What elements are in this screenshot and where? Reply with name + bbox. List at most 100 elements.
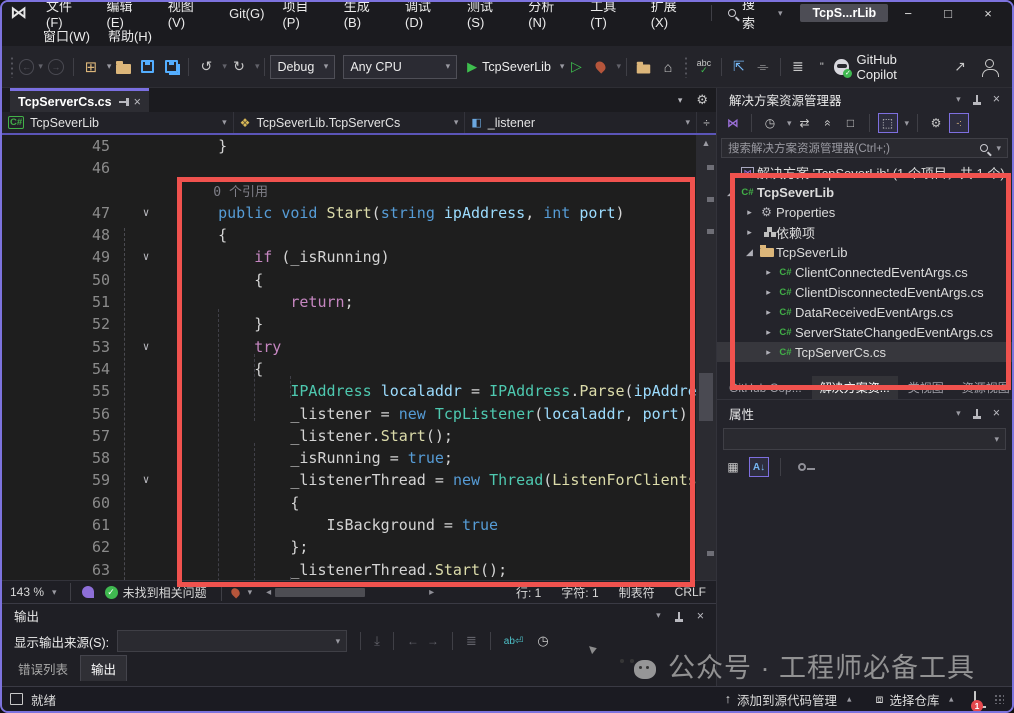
code-line[interactable]: 50 { xyxy=(2,269,696,291)
copilot-status-button[interactable]: GitHub Copilot xyxy=(834,52,939,82)
zoom-dropdown[interactable]: 143 %▾ xyxy=(2,585,65,599)
output-source-dropdown[interactable]: ▾ xyxy=(117,630,347,652)
split-editor-icon[interactable]: ÷ xyxy=(696,112,716,133)
notifications-button[interactable]: 1 xyxy=(974,692,976,706)
navigate-back-icon[interactable]: ← xyxy=(19,59,34,75)
collapsed-arrow-icon[interactable]: ▸ xyxy=(761,287,776,298)
scrollbar-thumb[interactable] xyxy=(699,373,713,421)
panel-close-icon[interactable]: × xyxy=(993,92,1000,106)
menu-item[interactable]: 视图(V) xyxy=(159,2,220,24)
code-line[interactable]: 48 { xyxy=(2,224,696,246)
sort-alphabetical-icon[interactable]: A↓ xyxy=(749,457,769,477)
search-control[interactable]: 搜索 ▾ xyxy=(720,0,790,32)
code-line[interactable]: 55 IPAddress localaddr = IPAddress.Parse… xyxy=(2,380,696,402)
panel-pin-icon[interactable] xyxy=(976,95,978,103)
menu-item[interactable]: 编辑(E) xyxy=(98,2,159,24)
fold-chevron-icon[interactable]: ∨ xyxy=(110,336,182,358)
wrench-icon[interactable]: ⚙ xyxy=(926,113,946,133)
show-all-files-icon[interactable]: ⬚ xyxy=(878,113,898,133)
categorize-icon[interactable]: ▦ xyxy=(723,457,743,477)
code-line[interactable]: 60 { xyxy=(2,492,696,514)
tab-资源视图[interactable]: 资源视图 xyxy=(954,376,1014,399)
code-line[interactable]: 45 } xyxy=(2,135,696,157)
menu-item[interactable]: 窗口(W) xyxy=(34,24,99,46)
code-line[interactable]: 52 } xyxy=(2,313,696,335)
code-line[interactable]: 49∨ if (_isRunning) xyxy=(2,246,696,268)
codelens-references[interactable]: 0 个引用 xyxy=(182,185,268,200)
menu-item[interactable]: 调试(D) xyxy=(396,2,458,24)
tab-解决方案资-[interactable]: 解决方案资... xyxy=(812,376,898,399)
codelens-row[interactable]: 0 个引用 xyxy=(2,180,696,202)
peek-definition-icon[interactable]: ⌯ xyxy=(752,55,774,79)
char-indicator[interactable]: 字符: 1 xyxy=(551,584,608,601)
platform-dropdown[interactable]: Any CPU▾ xyxy=(343,55,457,79)
code-cleanup-icon[interactable] xyxy=(229,586,241,598)
code-line[interactable]: 57 _listener.Start(); xyxy=(2,425,696,447)
menu-item[interactable]: 生成(B) xyxy=(335,2,396,24)
maximize-button[interactable]: □ xyxy=(928,2,968,24)
menu-item[interactable]: 测试(S) xyxy=(458,2,519,24)
eol-indicator[interactable]: CRLF xyxy=(665,585,716,599)
code-line[interactable]: 62 }; xyxy=(2,536,696,558)
tree-item--tcpseverlib-1-1-[interactable]: ⋈解决方案 'TcpSeverLib' (1 个项目，共 1 个) xyxy=(717,162,1012,182)
solution-home-icon[interactable]: ⌂ xyxy=(657,55,679,79)
code-editor[interactable]: 45 }46 0 个引用47∨ public void Start(string… xyxy=(2,135,696,580)
save-icon[interactable] xyxy=(141,60,154,73)
fold-chevron-icon[interactable]: ∨ xyxy=(110,202,182,224)
tree-item-serverstatechangedeventargs-cs[interactable]: ▸C#ServerStateChangedEventArgs.cs xyxy=(717,322,1012,342)
fold-chevron-icon[interactable]: ∨ xyxy=(110,469,182,491)
tree-item-tcpseverlib[interactable]: ◢C#TcpSeverLib xyxy=(717,182,1012,202)
prev-message-icon[interactable]: ← xyxy=(407,634,419,648)
start-debug-button[interactable]: ▶ TcpSeverLib ▾ xyxy=(467,59,564,75)
panel-pin-icon[interactable] xyxy=(678,612,680,620)
solution-name-badge[interactable]: TcpS...rLib xyxy=(800,4,888,22)
menu-item[interactable]: 扩展(X) xyxy=(642,2,703,24)
editor-options-gear-icon[interactable]: ⚙ xyxy=(688,88,716,112)
start-without-debug-icon[interactable]: ▷ xyxy=(565,55,587,79)
collapsed-arrow-icon[interactable]: ▸ xyxy=(761,327,776,338)
go-to-definition-icon[interactable]: ⇱ xyxy=(728,55,750,79)
new-project-icon[interactable]: ⊞ xyxy=(80,55,102,79)
tab-输出[interactable]: 输出 xyxy=(80,655,127,681)
panel-close-icon[interactable]: × xyxy=(993,406,1000,420)
tab-类视图[interactable]: 类视图 xyxy=(900,376,952,399)
collapsed-arrow-icon[interactable]: ▸ xyxy=(761,267,776,278)
timestamp-icon[interactable]: ◷ xyxy=(537,633,548,649)
hot-reload-icon[interactable] xyxy=(593,59,607,73)
toggle-quotes-icon[interactable]: " xyxy=(811,55,833,79)
panel-options-chevron-icon[interactable]: ▾ xyxy=(956,408,961,419)
format-indent-icon[interactable]: ≣ xyxy=(787,55,809,79)
panel-pin-icon[interactable] xyxy=(976,409,978,417)
menu-item[interactable]: Git(G) xyxy=(220,2,273,24)
live-share-person-icon[interactable] xyxy=(985,59,994,68)
code-line[interactable]: 53∨ try xyxy=(2,336,696,358)
open-file-icon[interactable] xyxy=(116,64,131,74)
save-all-icon[interactable] xyxy=(165,60,178,73)
tree-item--[interactable]: ▸依赖项 xyxy=(717,222,1012,242)
code-line[interactable]: 46 xyxy=(2,157,696,179)
select-repository-button[interactable]: ⧈ 选择仓库 ▾ xyxy=(864,690,967,709)
feedback-icon[interactable] xyxy=(82,586,94,598)
properties-window-icon[interactable]: □ xyxy=(841,113,861,133)
collapsed-arrow-icon[interactable]: ▸ xyxy=(742,227,757,238)
tab-GitHub-Cop-[interactable]: GitHub Cop... xyxy=(721,378,810,398)
breadcrumb-type-dropdown[interactable]: ❖ TcpSeverLib.TcpServerCs▾ xyxy=(234,112,466,133)
pending-changes-filter-icon[interactable]: ◷ xyxy=(760,113,780,133)
tree-item-tcpseverlib[interactable]: ◢TcpSeverLib xyxy=(717,242,1012,262)
clear-output-icon[interactable]: ≣ xyxy=(466,633,477,649)
find-in-files-icon[interactable] xyxy=(637,64,651,73)
toolbar-drag-handle[interactable] xyxy=(684,56,688,78)
line-indicator[interactable]: 行: 1 xyxy=(506,584,551,601)
tree-item-datareceivedeventargs-cs[interactable]: ▸C#DataReceivedEventArgs.cs xyxy=(717,302,1012,322)
tree-item-properties[interactable]: ▸⚙Properties xyxy=(717,202,1012,222)
panel-options-chevron-icon[interactable]: ▾ xyxy=(656,610,661,621)
code-line[interactable]: 54 { xyxy=(2,358,696,380)
toolbar-drag-handle[interactable] xyxy=(10,56,14,78)
fold-chevron-icon[interactable]: ∨ xyxy=(110,246,182,268)
tab-tcpservercs[interactable]: TcpServerCs.cs × xyxy=(10,88,149,112)
minimize-button[interactable]: − xyxy=(888,2,928,24)
code-line[interactable]: 59∨ _listenerThread = new Thread(ListenF… xyxy=(2,469,696,491)
tab-list-chevron-icon[interactable]: ▾ xyxy=(672,88,689,112)
tab-close-icon[interactable]: × xyxy=(134,95,141,109)
preview-selected-items-icon[interactable]: -: xyxy=(949,113,969,133)
